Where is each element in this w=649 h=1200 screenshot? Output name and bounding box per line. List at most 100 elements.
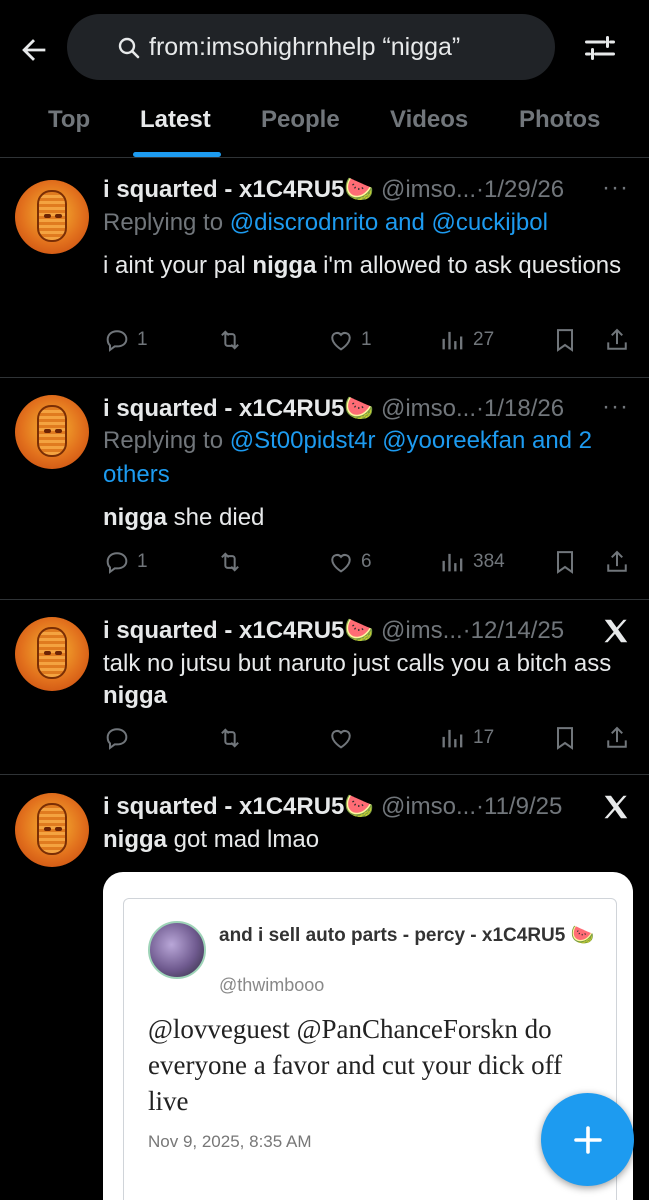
tab-photos[interactable]: Photos — [519, 106, 600, 134]
tab-latest[interactable]: Latest — [140, 106, 211, 134]
tweet-date[interactable]: ·1/29/26 — [476, 176, 564, 203]
tab-videos[interactable]: Videos — [390, 106, 468, 134]
tweet[interactable]: i squarted - x1C4RU5🍉 @imso...·1/29/26 ·… — [0, 158, 649, 378]
tweet-date[interactable]: ·11/9/25 — [476, 793, 562, 820]
bookmark-button[interactable] — [551, 326, 579, 354]
reply-count: 1 — [137, 329, 148, 350]
tweet-text-highlight: nigga — [103, 504, 167, 531]
tweet-date[interactable]: ·12/14/25 — [463, 617, 564, 644]
display-name[interactable]: i squarted - x1C4RU5🍉 — [103, 617, 374, 644]
tweet-header: i squarted - x1C4RU5🍉 @imso...·1/18/26 — [103, 394, 564, 423]
reply-mentions[interactable]: @discrodnrito and @cuckijbol — [230, 209, 548, 236]
share-button[interactable] — [603, 548, 631, 576]
avatar[interactable] — [15, 180, 89, 254]
repost-button[interactable] — [215, 724, 245, 752]
search-input[interactable]: from:imsohighrnhelp “nigga” — [67, 14, 555, 80]
tweet-text-part: got mad lmao — [167, 826, 320, 853]
bookmark-button[interactable] — [551, 548, 579, 576]
bookmark-icon — [557, 727, 573, 750]
tab-people[interactable]: People — [261, 106, 340, 134]
views-chart-icon — [442, 729, 463, 748]
heart-icon — [331, 730, 351, 749]
tweet-text: i aint your pal nigga i'm allowed to ask… — [103, 250, 623, 282]
tweet-text-part: she died — [167, 504, 265, 531]
plus-icon — [573, 1125, 602, 1154]
reply-button[interactable] — [103, 724, 131, 752]
search-filter-button[interactable] — [582, 30, 622, 70]
views-button[interactable]: 17 — [439, 724, 494, 752]
x-logo-icon — [604, 795, 628, 819]
avatar[interactable] — [15, 793, 89, 867]
views-button[interactable]: 384 — [439, 548, 505, 576]
tab-top[interactable]: Top — [48, 106, 90, 134]
search-icon — [118, 37, 140, 59]
replying-to-label: Replying to — [103, 209, 230, 236]
repost-button[interactable] — [215, 326, 245, 354]
tweet[interactable]: i squarted - x1C4RU5🍉 @ims...·12/14/25 t… — [0, 600, 649, 775]
tweet-text: nigga got mad lmao — [103, 824, 623, 856]
views-chart-icon — [442, 553, 463, 572]
share-button[interactable] — [603, 326, 631, 354]
like-button[interactable] — [327, 724, 355, 752]
search-tabs: Top Latest People Videos Photos — [0, 96, 649, 158]
tweet-text-highlight: nigga — [252, 252, 317, 279]
repost-icon — [221, 728, 239, 748]
like-count: 6 — [361, 551, 372, 572]
reply-button[interactable]: 1 — [103, 326, 148, 354]
share-icon — [607, 550, 627, 572]
filter-sliders-icon — [585, 36, 615, 60]
x-logo-icon — [604, 619, 628, 643]
more-dots-icon[interactable]: ··· — [602, 174, 629, 202]
repost-icon — [221, 330, 239, 350]
tweet-actions: 1 1 27 — [103, 326, 633, 356]
user-handle[interactable]: @imso... — [381, 793, 476, 820]
quoted-text: @lovveguest @PanChanceForskn do everyone… — [148, 1014, 563, 1116]
back-arrow-icon — [22, 39, 46, 61]
bookmark-icon — [557, 329, 573, 352]
tweet-header: i squarted - x1C4RU5🍉 @ims...·12/14/25 — [103, 616, 564, 645]
tweet-date[interactable]: ·1/18/26 — [476, 395, 564, 422]
like-button[interactable]: 6 — [327, 548, 372, 576]
bookmark-icon — [557, 551, 573, 574]
heart-icon — [331, 554, 351, 573]
back-button[interactable] — [14, 30, 54, 70]
user-handle[interactable]: @imso... — [381, 176, 476, 203]
display-name[interactable]: i squarted - x1C4RU5🍉 — [103, 176, 374, 203]
reply-icon — [106, 552, 128, 574]
repost-button[interactable] — [215, 548, 245, 576]
replying-to: Replying to @discrodnrito and @cuckijbol — [103, 206, 623, 240]
share-button[interactable] — [603, 724, 631, 752]
tweet-actions: 17 — [103, 724, 633, 754]
tweet-header: i squarted - x1C4RU5🍉 @imso...·1/29/26 — [103, 175, 564, 204]
user-handle[interactable]: @ims... — [381, 617, 463, 644]
share-icon — [607, 726, 627, 748]
avatar[interactable] — [15, 395, 89, 469]
quoted-avatar — [148, 921, 206, 979]
tweet-text: nigga she died — [103, 502, 623, 534]
replying-to-label: Replying to — [103, 427, 230, 454]
display-name[interactable]: i squarted - x1C4RU5🍉 — [103, 395, 374, 422]
reply-count: 1 — [137, 551, 148, 572]
replying-to: Replying to @St00pidst4r @yooreekfan and… — [103, 424, 623, 492]
tweet-text-part: i aint your pal — [103, 252, 253, 279]
user-handle[interactable]: @imso... — [381, 395, 476, 422]
repost-icon — [221, 552, 239, 572]
avatar[interactable] — [15, 617, 89, 691]
tweet-text-part: i'm allowed to ask questions — [316, 252, 622, 279]
compose-button[interactable] — [541, 1093, 634, 1186]
heart-icon — [331, 332, 351, 351]
view-count: 27 — [473, 329, 495, 350]
display-name[interactable]: i squarted - x1C4RU5🍉 — [103, 793, 374, 820]
like-count: 1 — [361, 329, 372, 350]
top-bar: from:imsohighrnhelp “nigga” — [0, 0, 649, 96]
reply-icon — [106, 728, 128, 750]
tweet-header: i squarted - x1C4RU5🍉 @imso...·11/9/25 — [103, 792, 562, 821]
bookmark-button[interactable] — [551, 724, 579, 752]
reply-button[interactable]: 1 — [103, 548, 148, 576]
tweet-actions: 1 6 384 — [103, 548, 633, 578]
like-button[interactable]: 1 — [327, 326, 372, 354]
quoted-date: Nov 9, 2025, 8:35 AM — [148, 1132, 312, 1151]
views-button[interactable]: 27 — [439, 326, 494, 354]
tweet[interactable]: i squarted - x1C4RU5🍉 @imso...·1/18/26 ·… — [0, 378, 649, 600]
more-dots-icon[interactable]: ··· — [602, 393, 629, 421]
